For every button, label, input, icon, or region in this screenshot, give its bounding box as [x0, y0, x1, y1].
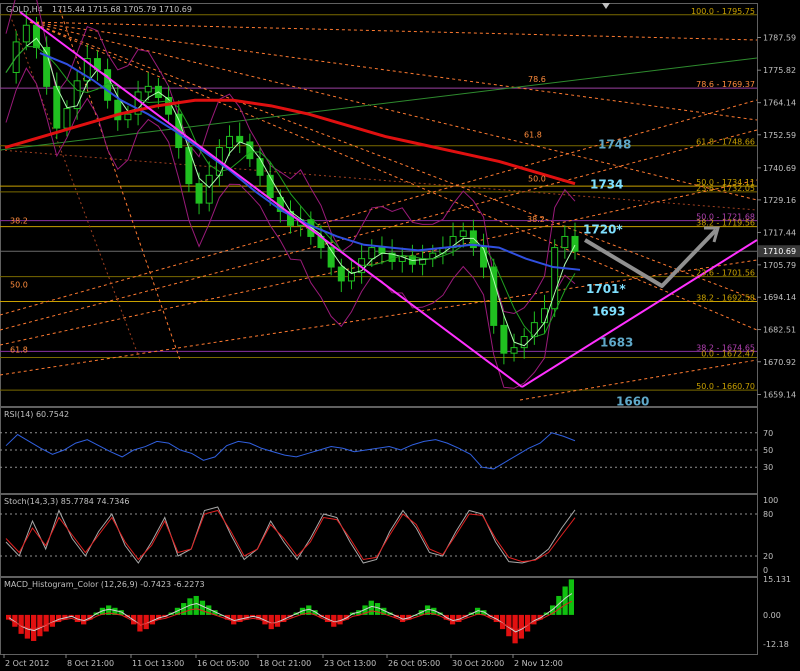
price-tick-label: 1670.92 [763, 358, 796, 367]
stoch-tick-label: 20 [763, 552, 773, 561]
rsi-tick-label: 50 [763, 446, 773, 455]
price-tick-label: 1740.69 [763, 164, 796, 173]
candle-body [459, 230, 467, 237]
level-annotation: 1693 [592, 305, 625, 319]
time-tick-label: 23 Oct 13:00 [324, 659, 376, 668]
macd-bar [187, 598, 193, 615]
candle-body [337, 266, 345, 282]
macd-bar [568, 579, 574, 615]
candle-body [73, 80, 81, 110]
stoch-tick-label: 100 [763, 496, 778, 505]
gold-h4-chart: GOLD,H4 1715.44 1715.68 1705.79 1710.6917… [0, 0, 800, 671]
fib-label: 0.0 - 1672.47 [701, 349, 755, 358]
candle-body [22, 24, 30, 43]
macd-bar [37, 614, 43, 637]
fib-label: 23.6 - 1701.56 [696, 269, 755, 278]
candle-body [124, 113, 132, 121]
candle-body [63, 108, 71, 129]
time-tick-label: 30 Oct 20:00 [452, 659, 504, 668]
time-tick-label: 26 Oct 05:00 [388, 659, 440, 668]
price-tick-label: 1659.14 [763, 390, 796, 399]
candle-body [236, 135, 244, 143]
time-tick-label: 18 Oct 21:00 [259, 659, 311, 668]
macd-bar [524, 614, 531, 632]
candle-body [185, 147, 193, 185]
fib-label: 50.0 [528, 175, 546, 184]
candle-body [256, 158, 264, 176]
rsi-title: RSI(14) 60.7542 [4, 410, 69, 419]
level-annotation: 1734 [590, 178, 623, 192]
price-tick-label: 1764.14 [763, 99, 796, 108]
price-tick-label: 1775.82 [763, 66, 796, 75]
fib-label: 61.8 [10, 345, 28, 354]
time-tick-label: 11 Oct 13:00 [132, 659, 184, 668]
price-tick-label: 1694.14 [763, 293, 796, 302]
fib-label: 78.6 - 1769.37 [696, 80, 755, 89]
fib-label: 50.0 - 1660.70 [696, 382, 755, 391]
macd-bar [562, 586, 568, 615]
price-tick-label: 1729.16 [763, 196, 796, 205]
macd-tick-label: -12.18 [763, 640, 789, 649]
level-annotation: 1683 [600, 336, 633, 350]
candle-body [368, 247, 376, 260]
stoch-tick-label: 0 [763, 566, 768, 575]
level-annotation: 1660 [616, 394, 649, 408]
level-annotation: 1748 [598, 137, 631, 151]
time-tick-label: 8 Oct 21:00 [67, 659, 114, 668]
time-tick-label: 16 Oct 05:00 [197, 659, 249, 668]
macd-tick-label: 15.131 [763, 575, 791, 584]
candle-body [205, 174, 213, 204]
fib-label: 38.2 [527, 215, 545, 224]
candle [551, 239, 559, 318]
fib-label: 38.2 - 1719.56 [696, 219, 755, 228]
macd-bar [49, 614, 56, 627]
candle-body [561, 235, 569, 249]
macd-bar [43, 614, 49, 632]
candle-body [500, 324, 508, 354]
rsi-tick-label: 70 [763, 429, 773, 438]
fib-label: 61.8 - 1748.66 [696, 138, 755, 147]
macd-bar [199, 600, 206, 615]
level-annotation: 1701* [586, 282, 626, 296]
macd-bar [31, 614, 37, 641]
fib-label: 61.8 [524, 131, 542, 140]
price-tick-label: 1717.44 [763, 228, 796, 237]
candle-body [480, 247, 488, 268]
macd-bar [131, 614, 137, 625]
ohlc-readout: 1715.44 1715.68 1705.79 1710.69 [52, 5, 192, 14]
candle-body [510, 347, 518, 354]
last-price-label: 1710.69 [763, 247, 796, 256]
macd-title: MACD_Histogram_Color (12,26,9) -0.7423 -… [4, 580, 205, 589]
candle [490, 258, 498, 334]
fib-label: 100.0 - 1795.75 [691, 7, 755, 16]
price-tick-label: 1787.59 [763, 33, 796, 42]
candle-body [195, 183, 203, 204]
price-tick-label: 1705.79 [763, 261, 796, 270]
candle-body [114, 99, 122, 121]
candle-body [266, 174, 274, 199]
price-tick-label: 1682.51 [763, 326, 796, 335]
candle-body [226, 135, 234, 149]
fib-label: 78.6 [528, 75, 546, 84]
candle-body [490, 266, 498, 326]
level-annotation: 1720* [583, 223, 623, 237]
price-tick-label: 1752.59 [763, 131, 796, 140]
fib-label: 23.6 - 1732.05 [696, 184, 755, 193]
rsi-tick-label: 30 [763, 463, 773, 472]
fib-label: 38.2 - 1692.58 [696, 294, 755, 303]
time-tick-label: 2 Nov 12:00 [514, 659, 563, 668]
fib-label: 50.0 [10, 280, 28, 289]
macd-bar [143, 614, 149, 630]
macd-bar [274, 614, 281, 627]
stoch-tick-label: 80 [763, 510, 773, 519]
stoch-title: Stoch(14,3,3) 85.7784 74.7346 [4, 497, 130, 506]
macd-tick-label: 0.00 [763, 611, 781, 620]
candle-body [32, 24, 40, 48]
candle-body [378, 247, 386, 254]
fib-label: 38.2 [10, 217, 28, 226]
time-tick-label: 2 Oct 2012 [5, 659, 49, 668]
macd-bar [374, 603, 381, 615]
macd-bar [193, 595, 199, 615]
candle-body [144, 85, 152, 93]
